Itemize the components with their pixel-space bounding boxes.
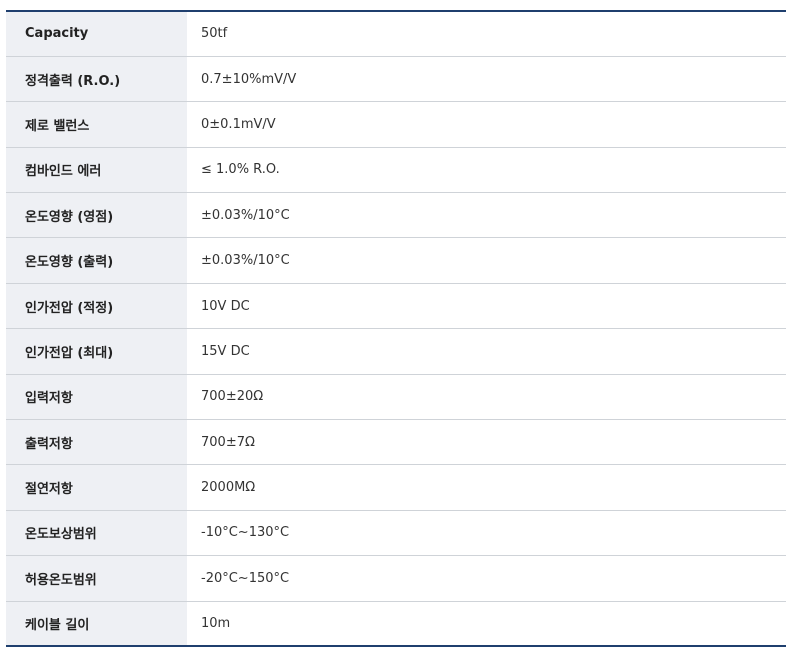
spec-label-safe-temp-range: 허용온도범위 xyxy=(6,555,187,602)
spec-value-cable-length: 10m xyxy=(187,601,786,647)
spec-label-compensated-temp-range: 온도보상범위 xyxy=(6,510,187,557)
spec-label-output-resistance: 출력저항 xyxy=(6,419,187,466)
table-row: 제로 밸런스 0±0.1mV/V xyxy=(6,101,786,148)
spec-value-temp-effect-output: ±0.03%/10°C xyxy=(187,237,786,284)
spec-value-zero-balance: 0±0.1mV/V xyxy=(187,101,786,148)
spec-value-combined-error: ≤ 1.0% R.O. xyxy=(187,147,786,194)
table-row: 온도영향 (출력) ±0.03%/10°C xyxy=(6,237,786,284)
spec-label-excitation-max: 인가전압 (최대) xyxy=(6,328,187,375)
spec-value-rated-output: 0.7±10%mV/V xyxy=(187,56,786,103)
table-row: 입력저항 700±20Ω xyxy=(6,374,786,421)
spec-value-insulation-resistance: 2000MΩ xyxy=(187,464,786,511)
spec-value-capacity: 50tf xyxy=(187,11,786,57)
spec-label-combined-error: 컴바인드 에러 xyxy=(6,147,187,194)
spec-value-excitation-recommended: 10V DC xyxy=(187,283,786,330)
spec-label-zero-balance: 제로 밸런스 xyxy=(6,101,187,148)
spec-value-output-resistance: 700±7Ω xyxy=(187,419,786,466)
spec-label-rated-output: 정격출력 (R.O.) xyxy=(6,56,187,103)
spec-label-capacity: Capacity xyxy=(6,11,187,57)
table-row: 절연저항 2000MΩ xyxy=(6,464,786,511)
spec-label-excitation-recommended: 인가전압 (적정) xyxy=(6,283,187,330)
table-row: 허용온도범위 -20°C~150°C xyxy=(6,555,786,602)
table-row: 인가전압 (적정) 10V DC xyxy=(6,283,786,330)
spec-value-safe-temp-range: -20°C~150°C xyxy=(187,555,786,602)
spec-label-input-resistance: 입력저항 xyxy=(6,374,187,421)
table-row: 온도보상범위 -10°C~130°C xyxy=(6,510,786,557)
table-row: Capacity 50tf xyxy=(6,11,786,57)
spec-label-insulation-resistance: 절연저항 xyxy=(6,464,187,511)
spec-label-cable-length: 케이블 길이 xyxy=(6,601,187,647)
spec-value-temp-effect-zero: ±0.03%/10°C xyxy=(187,192,786,239)
spec-label-temp-effect-zero: 온도영향 (영점) xyxy=(6,192,187,239)
table-row: 출력저항 700±7Ω xyxy=(6,419,786,466)
spec-value-compensated-temp-range: -10°C~130°C xyxy=(187,510,786,557)
table-row: 케이블 길이 10m xyxy=(6,601,786,647)
spec-value-excitation-max: 15V DC xyxy=(187,328,786,375)
spec-table: Capacity 50tf 정격출력 (R.O.) 0.7±10%mV/V 제로… xyxy=(6,10,786,648)
table-row: 정격출력 (R.O.) 0.7±10%mV/V xyxy=(6,56,786,103)
spec-value-input-resistance: 700±20Ω xyxy=(187,374,786,421)
table-row: 온도영향 (영점) ±0.03%/10°C xyxy=(6,192,786,239)
spec-label-temp-effect-output: 온도영향 (출력) xyxy=(6,237,187,284)
table-row: 인가전압 (최대) 15V DC xyxy=(6,328,786,375)
table-row: 컴바인드 에러 ≤ 1.0% R.O. xyxy=(6,147,786,194)
